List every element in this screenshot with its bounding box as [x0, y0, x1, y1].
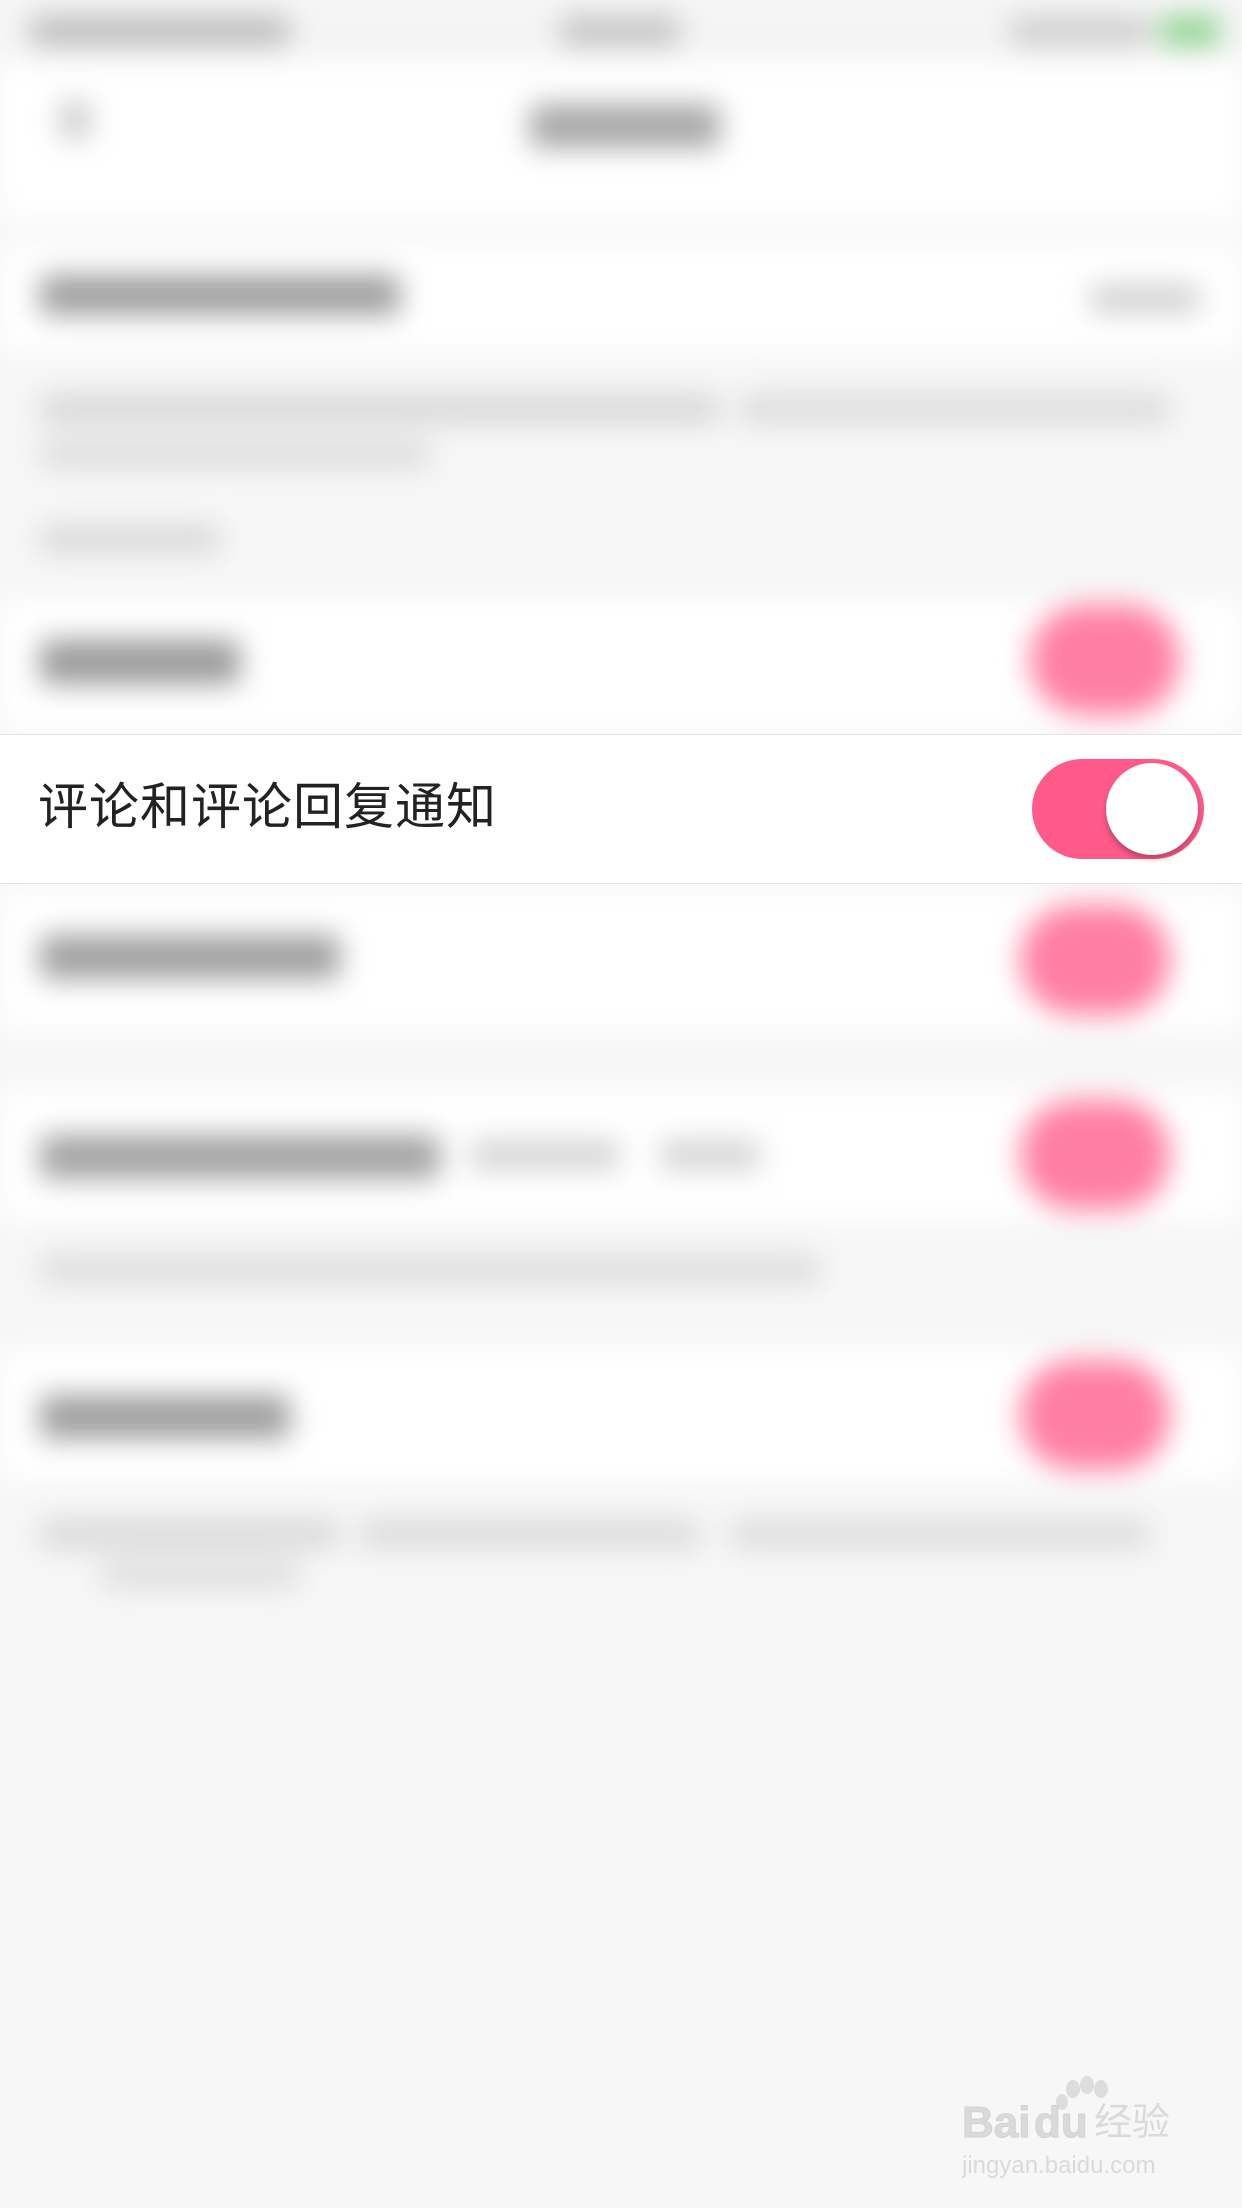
battery-icon — [1160, 16, 1220, 46]
watermark-url: jingyan.baidu.com — [962, 2152, 1155, 2179]
setting-description — [40, 440, 430, 468]
setting-label — [40, 275, 400, 315]
status-time — [560, 16, 680, 46]
setting-description — [740, 395, 1170, 423]
section-header — [40, 525, 220, 553]
setting-description — [40, 395, 720, 423]
setting-label — [40, 640, 240, 684]
toggle-knob — [1106, 763, 1198, 855]
setting-description — [40, 1520, 340, 1548]
setting-label — [40, 1395, 290, 1439]
back-arrow-icon[interactable] — [60, 100, 90, 140]
status-carrier — [30, 16, 290, 46]
comment-notification-label: 评论和评论回复通知 — [38, 778, 497, 836]
setting-description — [360, 1520, 700, 1548]
setting-label — [40, 1135, 440, 1179]
setting-label-extra — [470, 1140, 620, 1170]
toggle-switch[interactable] — [1030, 605, 1180, 715]
comment-notification-toggle[interactable] — [1032, 759, 1204, 859]
setting-description — [40, 1255, 820, 1283]
baidu-jingyan-logo: Bai du 经验 jingyan.baidu.com — [961, 2076, 1170, 2179]
setting-value — [1090, 285, 1200, 313]
setting-description — [730, 1520, 1150, 1548]
toggle-switch[interactable] — [1020, 1360, 1170, 1470]
toggle-switch[interactable] — [1020, 905, 1170, 1015]
page-title — [530, 104, 720, 148]
svg-text:Bai: Bai — [962, 2098, 1030, 2147]
setting-label — [40, 935, 340, 979]
comment-notification-row[interactable]: 评论和评论回复通知 — [0, 734, 1242, 884]
setting-description — [100, 1560, 300, 1588]
toggle-switch[interactable] — [1020, 1100, 1170, 1210]
svg-text:经验: 经验 — [1094, 2100, 1170, 2144]
setting-label-extra — [660, 1140, 760, 1170]
svg-text:du: du — [1034, 2098, 1088, 2147]
status-indicators — [1010, 16, 1150, 46]
blurred-background — [0, 0, 1242, 2208]
baidu-jingyan-watermark: Bai du 经验 jingyan.baidu.com — [961, 2075, 1192, 2185]
